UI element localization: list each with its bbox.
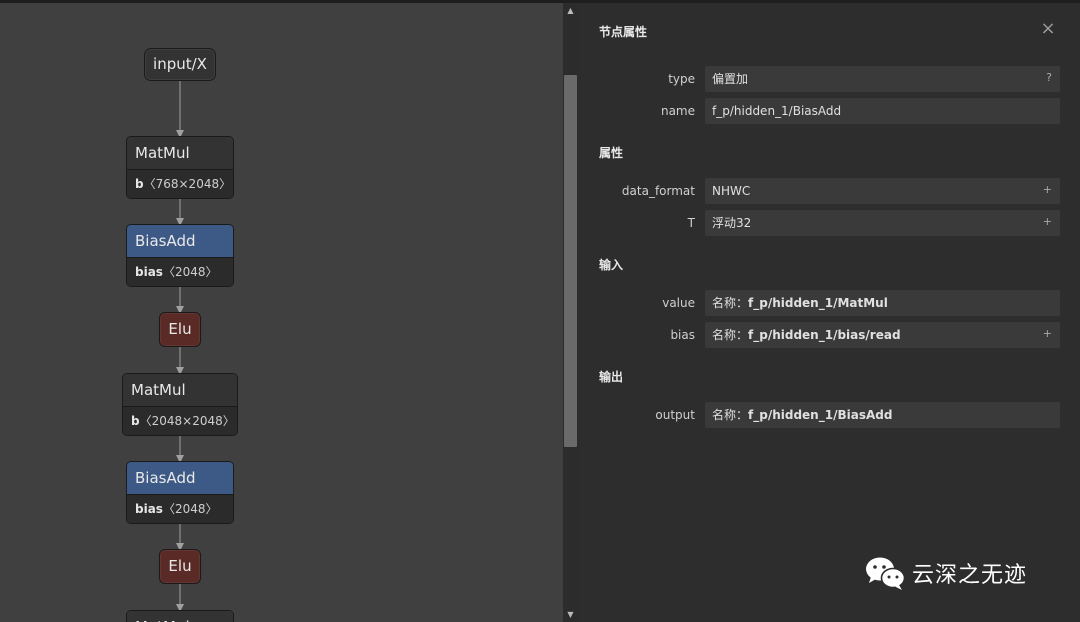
- node-attribute: b〈768×2048〉: [127, 169, 233, 198]
- graph-edges: [176, 81, 184, 612]
- wechat-icon: [866, 557, 906, 590]
- expand-icon[interactable]: +: [1043, 178, 1052, 202]
- name-field[interactable]: f_p/hidden_1/BiasAdd: [705, 98, 1060, 124]
- graph-node-matmul[interactable]: MatMul b〈2048×2048〉: [122, 373, 238, 436]
- app-window: input/X MatMul b〈768×2048〉 BiasAdd bias〈…: [0, 0, 1080, 622]
- input-prefix: 名称：: [712, 296, 749, 310]
- attr-value: 〈2048〉: [162, 502, 218, 516]
- attr-name: b: [135, 177, 144, 191]
- input-bias-name: f_p/hidden_1/bias/read: [748, 328, 901, 342]
- expand-icon[interactable]: +: [1043, 210, 1052, 234]
- section-outputs: 输出: [599, 370, 624, 384]
- input-value-field[interactable]: 名称：f_p/hidden_1/MatMul: [705, 290, 1060, 316]
- scrollbar-thumb[interactable]: [564, 75, 577, 447]
- data-format-value: NHWC: [712, 184, 751, 198]
- type-value: 偏置加: [712, 72, 749, 86]
- attr-name: bias: [135, 502, 163, 516]
- t-value: 浮动32: [712, 216, 752, 230]
- node-type: MatMul: [127, 611, 233, 622]
- watermark: 云深之无迹: [864, 555, 1027, 591]
- watermark-text: 云深之无迹: [912, 563, 1028, 588]
- section-inputs: 输入: [599, 258, 624, 272]
- attr-value: 〈768×2048〉: [143, 177, 232, 191]
- attr-value: 〈2048〉: [162, 265, 218, 279]
- help-icon[interactable]: ?: [1046, 66, 1052, 90]
- node-type: MatMul: [123, 374, 237, 406]
- input-prefix: 名称：: [712, 328, 749, 342]
- input-value-name: f_p/hidden_1/MatMul: [748, 296, 888, 310]
- prop-label-bias: bias: [670, 328, 695, 342]
- graph-node-matmul[interactable]: MatMul b〈768×2048〉: [126, 136, 234, 199]
- node-attribute: b〈2048×2048〉: [123, 406, 237, 435]
- output-name: f_p/hidden_1/BiasAdd: [748, 408, 893, 422]
- prop-label-value: value: [662, 296, 695, 310]
- type-field[interactable]: 偏置加 ?: [705, 66, 1060, 92]
- attr-value: 〈2048×2048〉: [139, 414, 235, 428]
- graph-node-elu[interactable]: Elu: [159, 312, 201, 347]
- graph-node-matmul[interactable]: MatMul: [126, 610, 234, 622]
- graph-node-biasadd[interactable]: BiasAdd bias〈2048〉: [126, 224, 234, 287]
- graph-node-elu[interactable]: Elu: [159, 549, 201, 584]
- expand-icon[interactable]: +: [1043, 322, 1052, 346]
- prop-label-name: name: [660, 104, 695, 118]
- node-type: BiasAdd: [127, 462, 233, 494]
- prop-label-t: T: [687, 216, 695, 230]
- scroll-up-icon[interactable]: ▲: [563, 5, 578, 17]
- node-properties-panel: 节点属性 × type 偏置加 ? name f_p/hidden_1/Bias…: [578, 3, 1080, 622]
- input-bias-field[interactable]: 名称：f_p/hidden_1/bias/read +: [705, 322, 1060, 348]
- node-attribute: bias〈2048〉: [127, 494, 233, 523]
- vertical-scrollbar[interactable]: ▲ ▼: [563, 3, 578, 622]
- scroll-down-icon[interactable]: ▼: [563, 609, 578, 621]
- graph-node-biasadd[interactable]: BiasAdd bias〈2048〉: [126, 461, 234, 524]
- panel-title: 节点属性: [599, 25, 648, 39]
- section-attributes: 属性: [599, 146, 624, 160]
- node-attribute: bias〈2048〉: [127, 257, 233, 286]
- attr-name: bias: [135, 265, 163, 279]
- output-field[interactable]: 名称：f_p/hidden_1/BiasAdd: [705, 402, 1060, 428]
- graph-node-input[interactable]: input/X: [144, 48, 216, 81]
- name-value: f_p/hidden_1/BiasAdd: [712, 104, 842, 118]
- output-prefix: 名称：: [712, 408, 749, 422]
- prop-label-data-format: data_format: [621, 184, 695, 198]
- prop-label-type: type: [668, 72, 695, 86]
- node-type: BiasAdd: [127, 225, 233, 257]
- node-type: MatMul: [127, 137, 233, 169]
- prop-label-output: output: [655, 408, 695, 422]
- close-icon[interactable]: ×: [1040, 20, 1056, 38]
- data-format-field[interactable]: NHWC +: [705, 178, 1060, 204]
- graph-canvas[interactable]: input/X MatMul b〈768×2048〉 BiasAdd bias〈…: [0, 3, 563, 622]
- attr-name: b: [131, 414, 140, 428]
- t-field[interactable]: 浮动32 +: [705, 210, 1060, 236]
